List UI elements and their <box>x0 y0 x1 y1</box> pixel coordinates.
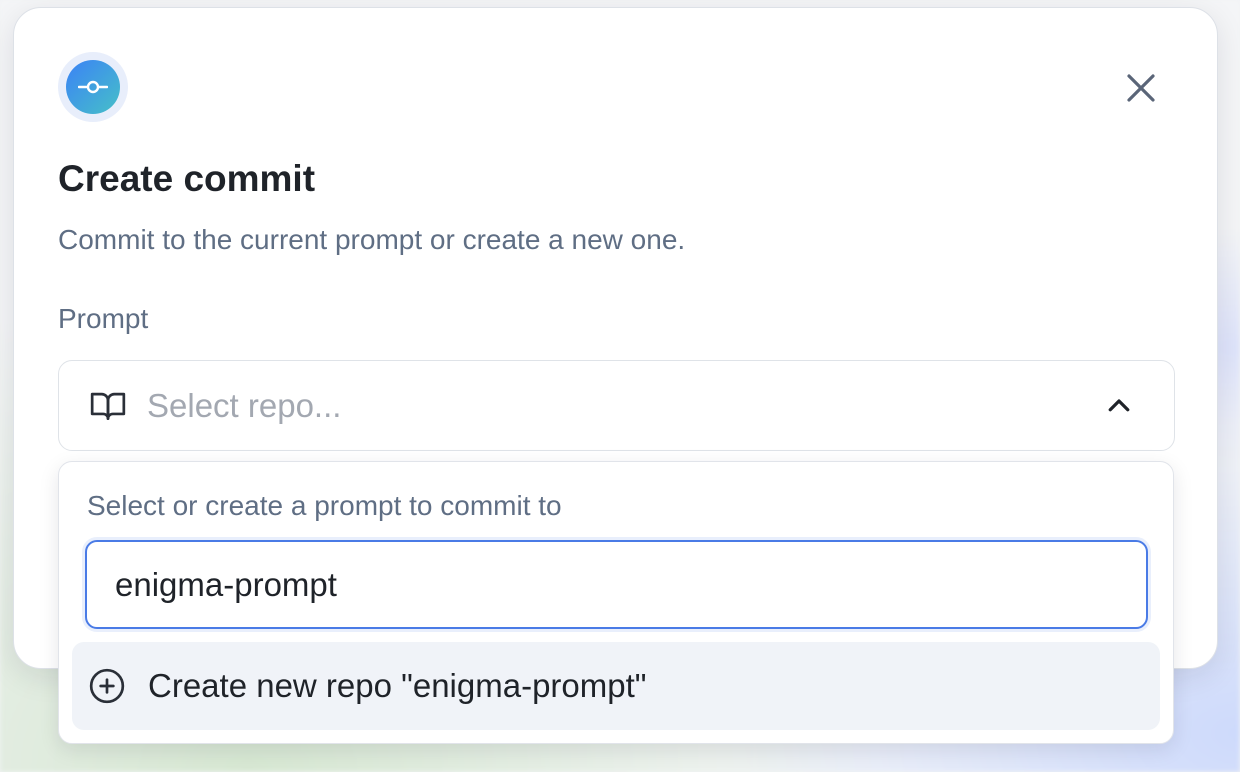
repo-search-input[interactable] <box>85 540 1148 629</box>
close-icon <box>1127 74 1155 102</box>
git-commit-icon <box>66 60 120 114</box>
dialog-subtitle: Commit to the current prompt or create a… <box>58 224 686 255</box>
prompt-dropdown: Select or create a prompt to commit to C… <box>58 461 1174 744</box>
create-new-repo-option[interactable]: Create new repo "enigma-prompt" <box>72 642 1160 730</box>
close-button[interactable] <box>1123 70 1159 106</box>
prompt-select[interactable]: Select repo... <box>58 360 1175 451</box>
prompt-select-placeholder: Select repo... <box>147 386 342 424</box>
prompt-field-label: Prompt <box>58 303 149 334</box>
book-icon <box>89 387 127 425</box>
dialog-title: Create commit <box>58 158 316 199</box>
create-new-repo-label: Create new repo "enigma-prompt" <box>148 667 647 704</box>
commit-badge <box>58 52 128 122</box>
chevron-up-icon[interactable] <box>1104 391 1134 421</box>
plus-circle-icon <box>88 667 126 705</box>
dropdown-label: Select or create a prompt to commit to <box>87 490 562 521</box>
